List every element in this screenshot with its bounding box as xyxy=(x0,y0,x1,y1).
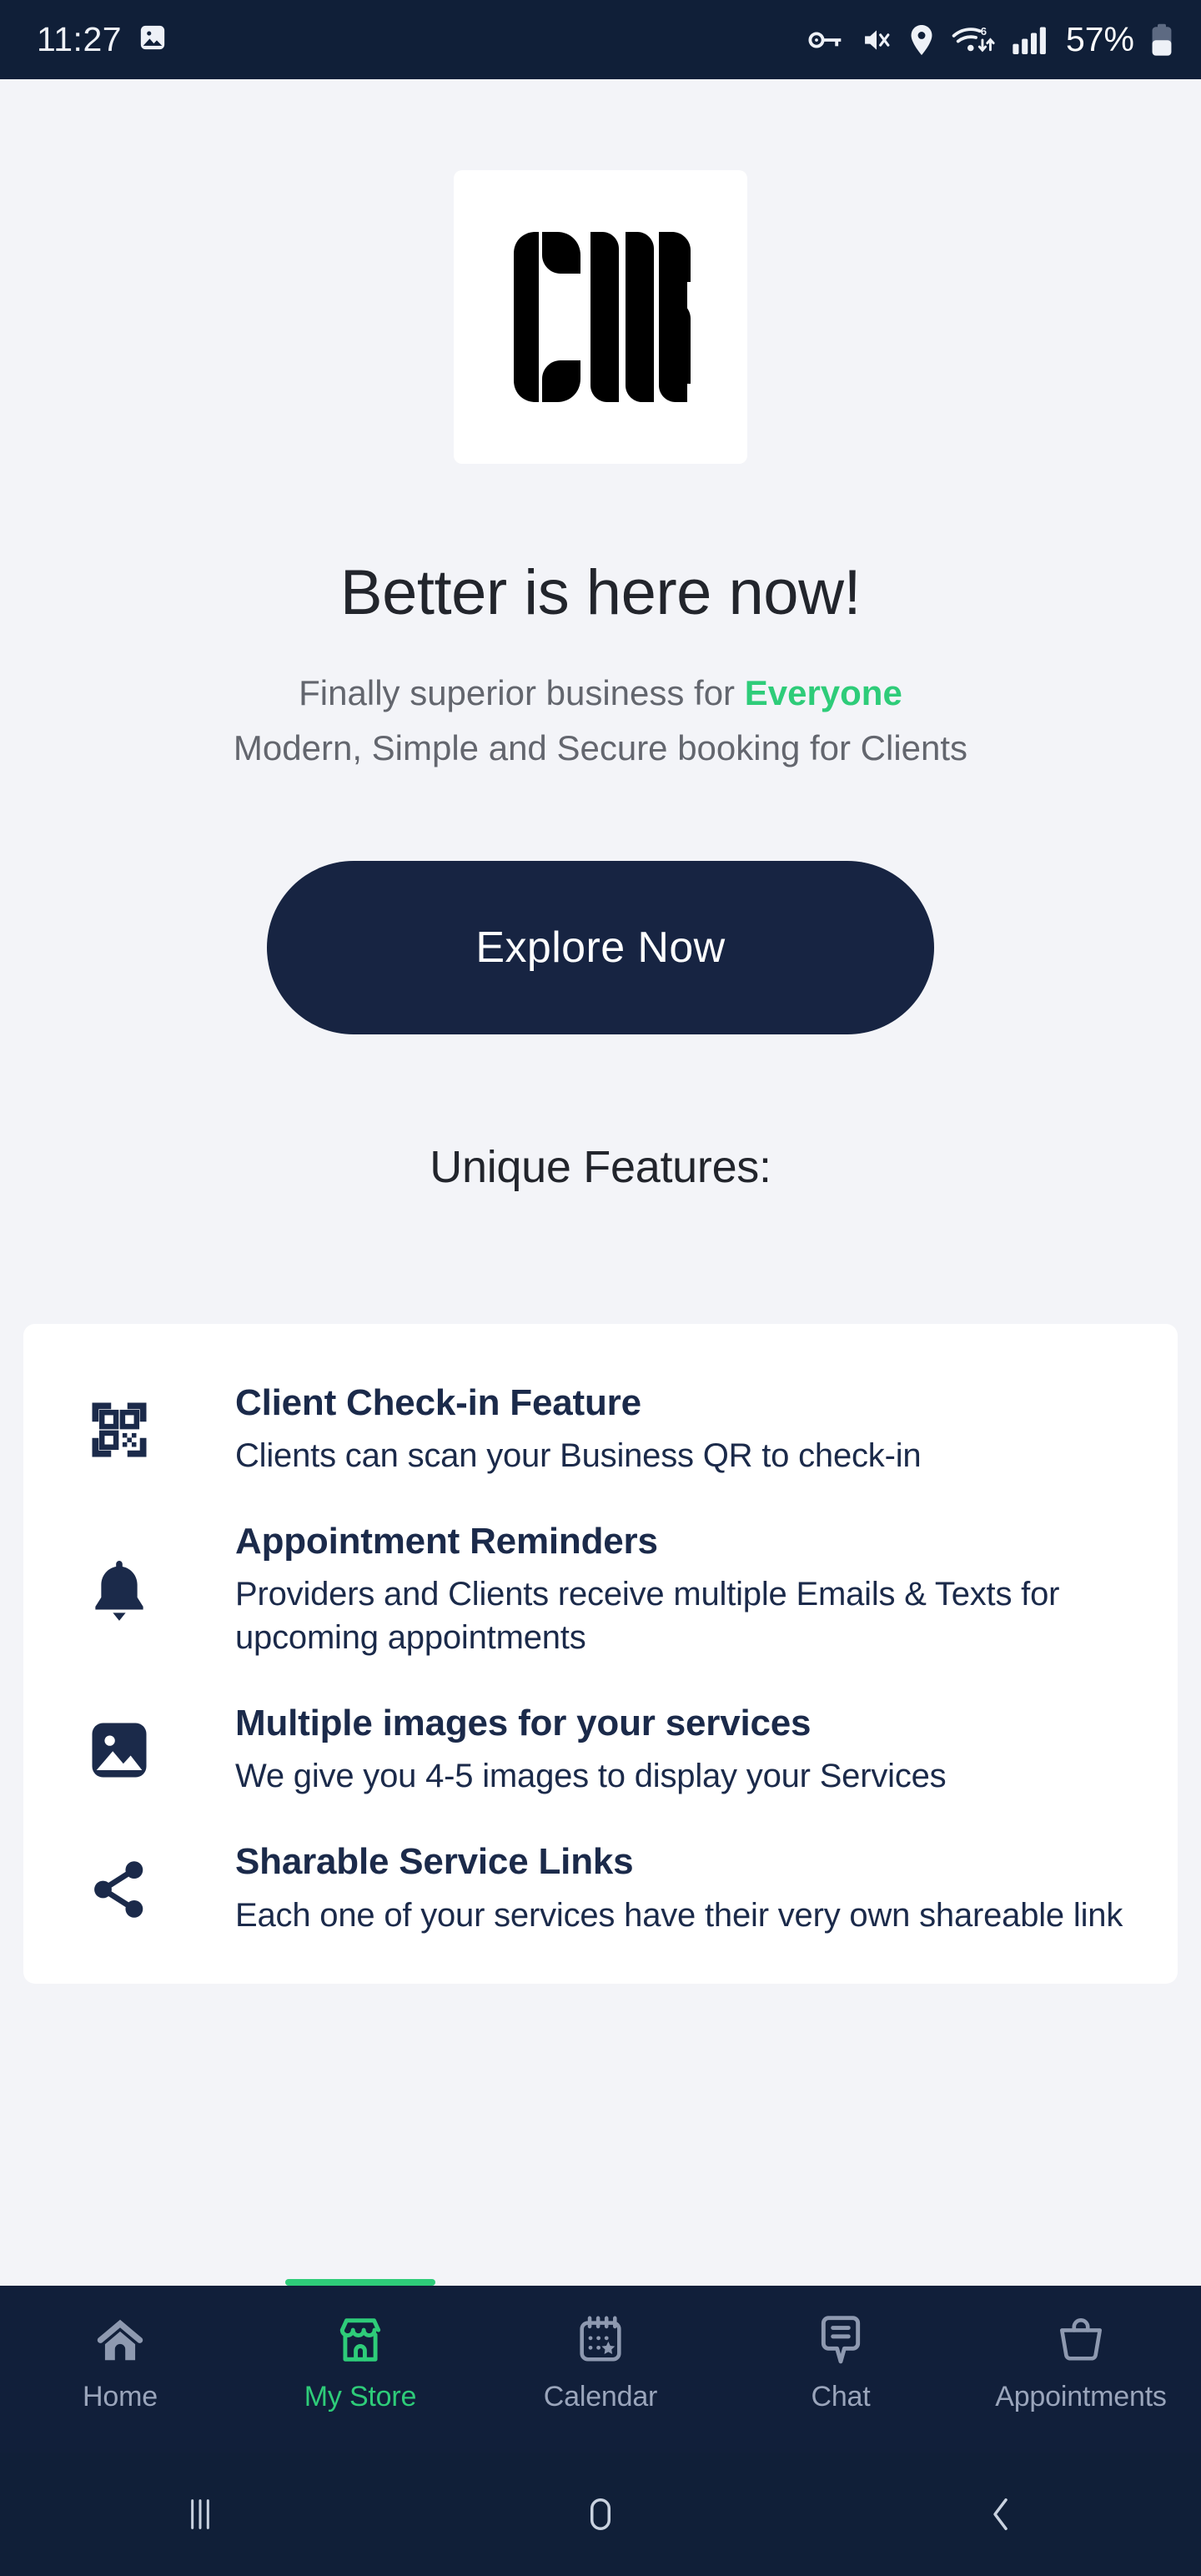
feature-description: Clients can scan your Business QR to che… xyxy=(235,1437,922,1475)
recent-apps-button[interactable] xyxy=(0,2491,400,2538)
tab-calendar[interactable]: Calendar xyxy=(480,2286,721,2453)
battery-percent-label: 57% xyxy=(1065,20,1134,58)
active-tab-indicator xyxy=(285,2279,435,2286)
feature-description: Each one of your services have their ver… xyxy=(235,1896,1123,1934)
tab-home[interactable]: Home xyxy=(0,2286,240,2453)
tab-list: Home My Store Calendar Chat Appointments xyxy=(0,2279,1201,2453)
basket-icon xyxy=(1057,2309,1105,2371)
wifi-6-icon: 6 xyxy=(951,24,996,56)
feature-title: Appointment Reminders xyxy=(235,1521,658,1562)
page-title: Better is here now! xyxy=(339,557,862,628)
tab-label: Chat xyxy=(811,2381,871,2412)
calendar-star-icon xyxy=(576,2309,625,2371)
home-button[interactable] xyxy=(400,2491,801,2538)
volume-mute-icon xyxy=(861,26,892,54)
feature-row: Appointment Reminders Providers and Clie… xyxy=(23,1499,1178,1681)
tab-chat[interactable]: Chat xyxy=(721,2286,961,2453)
status-bar: 11:27 6 57% xyxy=(0,0,1201,79)
share-icon xyxy=(83,1857,155,1922)
feature-title: Client Check-in Feature xyxy=(235,1382,641,1423)
bottom-tab-bar: Home My Store Calendar Chat Appointments xyxy=(0,2279,1201,2453)
feature-text: Client Check-in Feature Clients can scan… xyxy=(155,1382,922,1477)
tab-appointments[interactable]: Appointments xyxy=(961,2286,1201,2453)
feature-title: Sharable Service Links xyxy=(235,1841,634,1883)
qr-code-icon xyxy=(83,1397,155,1462)
svg-text:6: 6 xyxy=(981,25,987,38)
android-navigation-bar xyxy=(0,2453,1201,2576)
hero-subline-secondary: Modern, Simple and Secure booking for Cl… xyxy=(233,727,968,767)
feature-text: Multiple images for your services We giv… xyxy=(155,1703,947,1798)
tab-label: Appointments xyxy=(995,2381,1167,2412)
feature-row: Sharable Service Links Each one of your … xyxy=(23,1819,1178,1958)
hero-subline-prefix: Finally superior business for xyxy=(299,673,745,712)
feature-title: Multiple images for your services xyxy=(235,1703,812,1744)
bell-icon xyxy=(83,1557,155,1623)
home-icon xyxy=(94,2309,146,2371)
tab-label: Calendar xyxy=(543,2381,658,2412)
cub-logo-icon xyxy=(495,217,706,417)
feature-row: Multiple images for your services We giv… xyxy=(23,1681,1178,1819)
back-button[interactable] xyxy=(801,2491,1201,2538)
feature-description: Providers and Clients receive multiple E… xyxy=(235,1576,1060,1657)
logo-container xyxy=(0,170,1201,464)
feature-text: Appointment Reminders Providers and Clie… xyxy=(155,1521,1131,1659)
feature-description: We give you 4-5 images to display your S… xyxy=(235,1758,947,1795)
cta-container: Explore Now xyxy=(0,860,1201,1034)
chat-bubble-icon xyxy=(817,2309,865,2371)
battery-icon xyxy=(1151,23,1173,57)
hero-subline-primary: Finally superior business for Everyone xyxy=(0,671,1201,716)
brand-logo-card xyxy=(454,170,747,464)
features-card: Client Check-in Feature Clients can scan… xyxy=(23,1324,1178,1984)
image-icon xyxy=(83,1718,155,1783)
status-bar-clock: 11:27 xyxy=(37,20,123,58)
app-root: 11:27 6 57% Better is here now! Finally … xyxy=(0,0,1201,2576)
feature-text: Sharable Service Links Each one of your … xyxy=(155,1841,1123,1936)
image-icon xyxy=(138,23,167,56)
tab-my-store[interactable]: My Store xyxy=(240,2279,480,2453)
cellular-signal-icon xyxy=(1013,26,1049,54)
location-pin-icon xyxy=(909,24,934,55)
key-icon xyxy=(807,26,844,54)
status-bar-right: 6 57% xyxy=(807,23,1173,57)
feature-row: Client Check-in Feature Clients can scan… xyxy=(23,1361,1178,1499)
status-bar-left: 11:27 xyxy=(37,23,167,57)
hero-subline-accent: Everyone xyxy=(744,673,902,712)
store-icon xyxy=(334,2309,386,2371)
tab-label: My Store xyxy=(304,2381,417,2412)
explore-now-button[interactable]: Explore Now xyxy=(267,860,934,1034)
features-section-title: Unique Features: xyxy=(430,1141,771,1192)
tab-label: Home xyxy=(83,2381,158,2412)
